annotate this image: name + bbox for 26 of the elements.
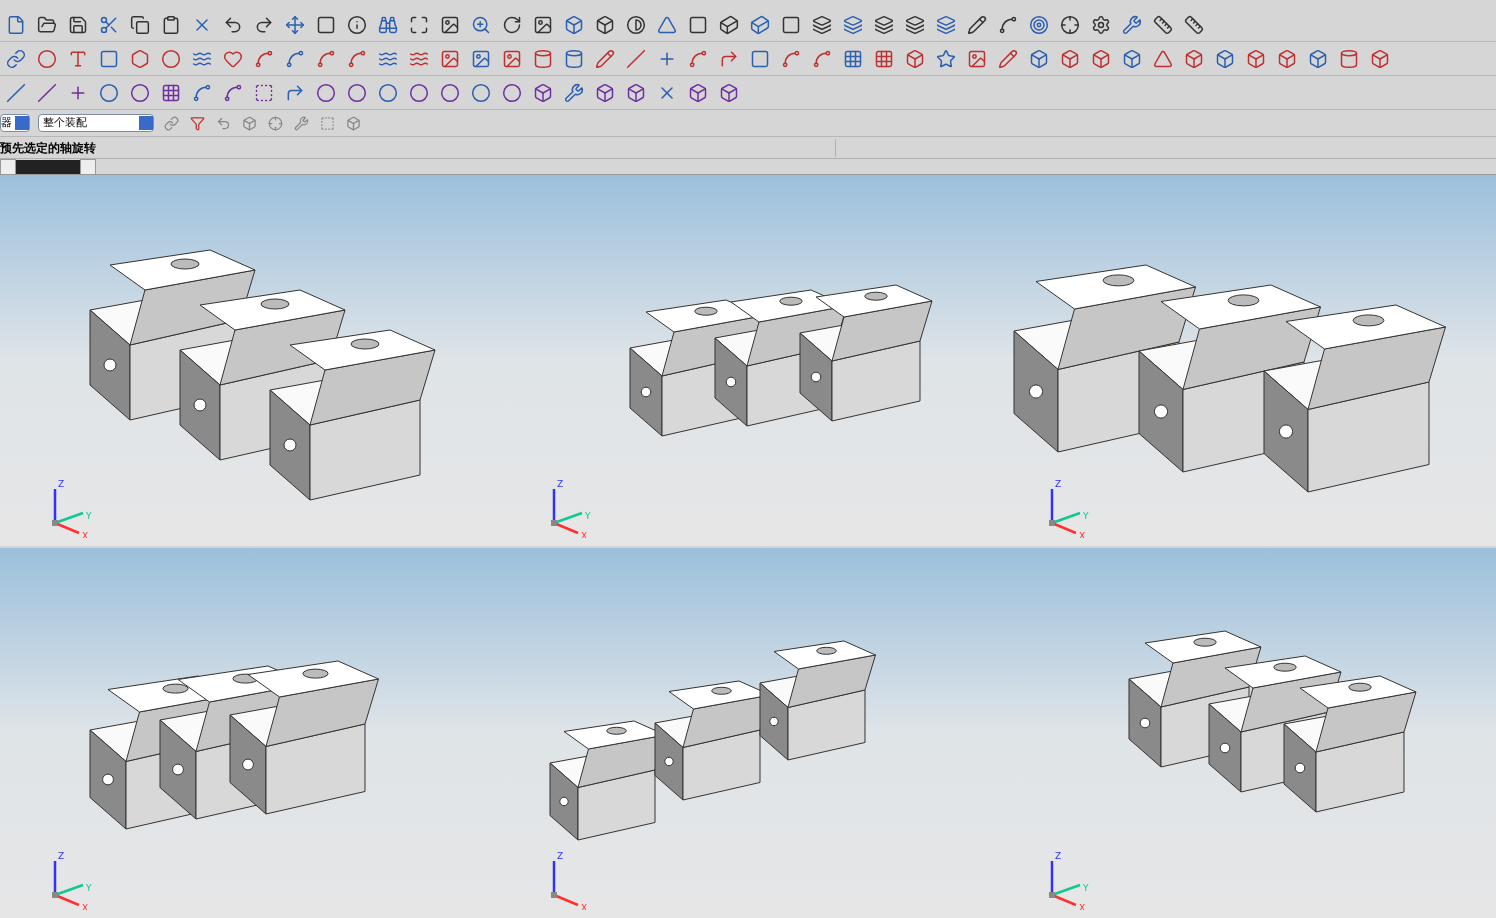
origin-marker (52, 892, 58, 898)
axis-label: Z (556, 851, 563, 861)
cube-icon[interactable] (344, 114, 362, 132)
origin-marker (550, 519, 557, 526)
assembly-dropdown[interactable]: 整个装配 (38, 114, 154, 132)
filter-dropdown[interactable]: 器 (0, 114, 30, 132)
axis-label: Z (58, 851, 65, 861)
axis-label: Y (1083, 883, 1089, 893)
axis-label: Y (86, 510, 92, 521)
link-icon[interactable] (162, 114, 180, 132)
crosshair-icon[interactable] (266, 114, 284, 132)
scroll-thumb[interactable] (16, 159, 80, 174)
axis-label: Y (86, 883, 92, 893)
axis-label: Z (1055, 478, 1062, 489)
origin-marker (1049, 519, 1056, 526)
origin-marker (550, 892, 557, 898)
status-message: 预先选定的轴旋转 (0, 138, 836, 157)
tool-icon[interactable] (292, 114, 310, 132)
axis-label: Y (584, 510, 591, 521)
axis-label: Y (1083, 510, 1089, 521)
axis-label: Z (1055, 851, 1062, 861)
origin-marker (1049, 892, 1056, 898)
origin-marker (52, 519, 58, 526)
axis-label: Z (556, 478, 563, 489)
filter-icon[interactable] (188, 114, 206, 132)
axis-label: Z (58, 478, 65, 489)
